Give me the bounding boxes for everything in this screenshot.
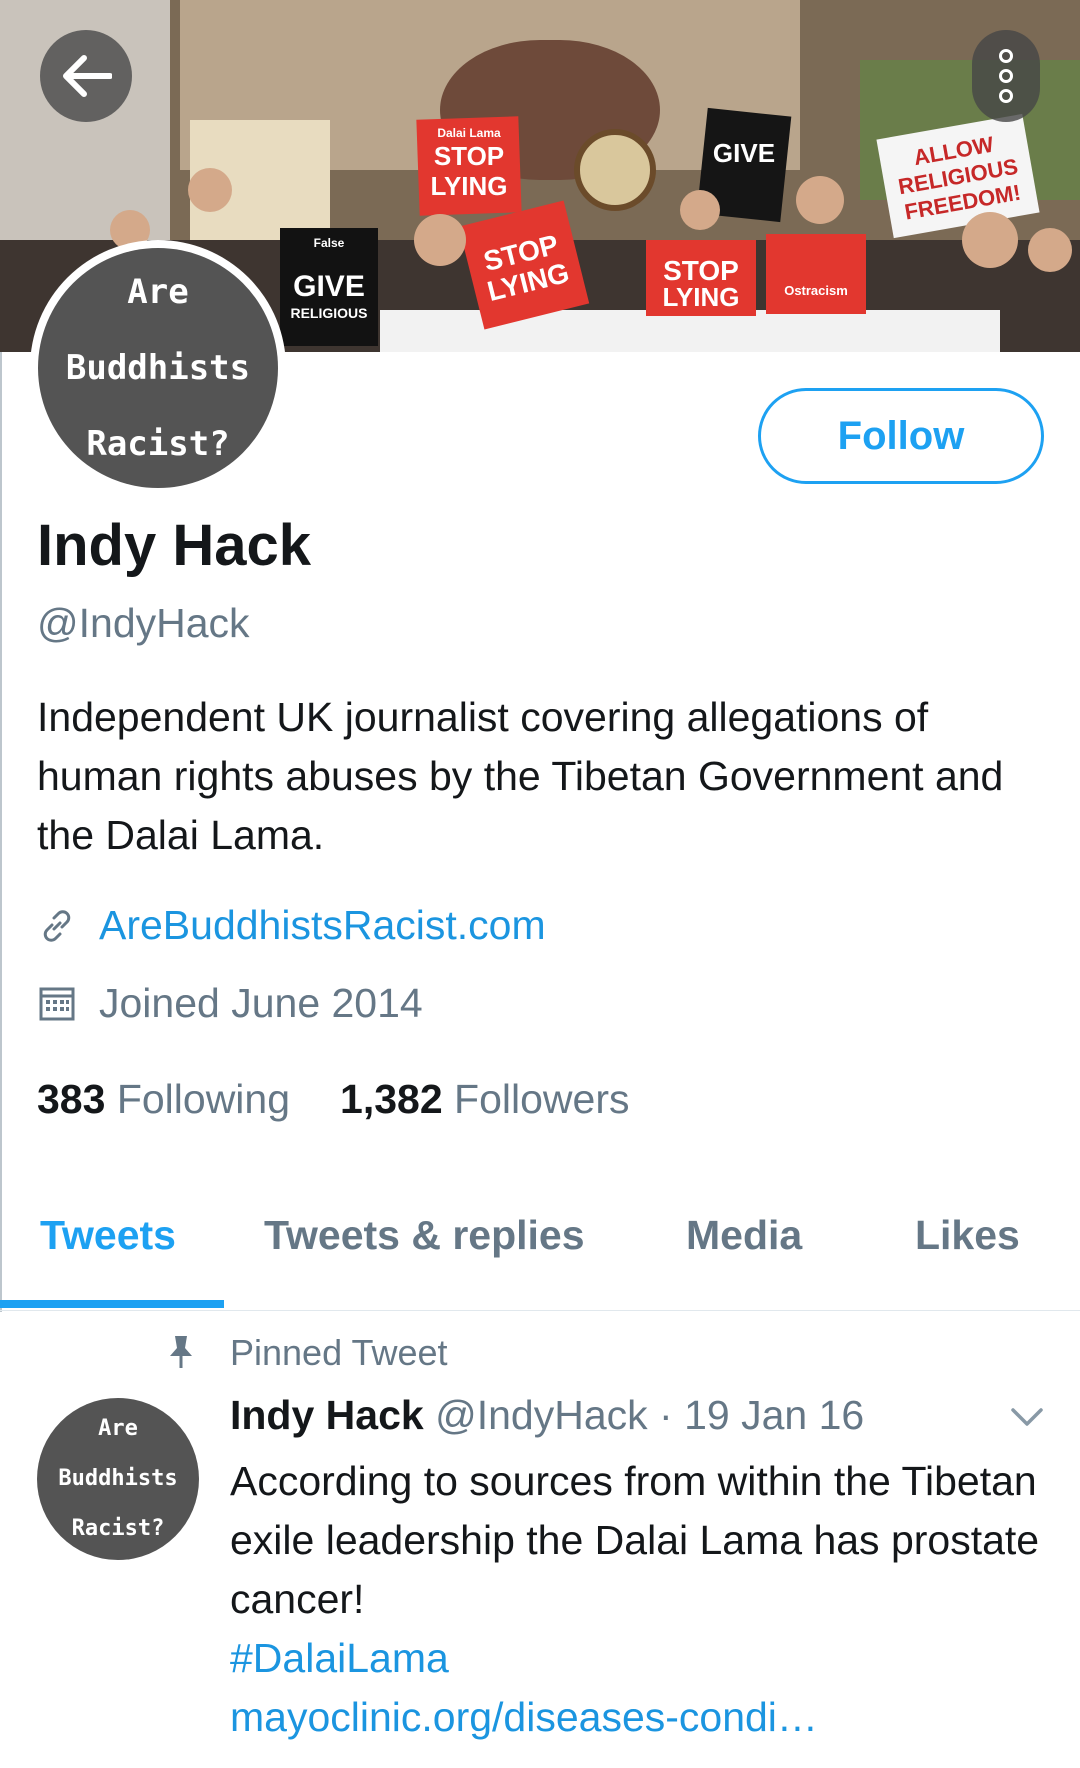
banner-sign-text: STOP [434,141,504,171]
website-row: AreBuddhistsRacist.com [37,902,546,949]
banner-sign-text: RELIGIOUS [290,305,367,321]
tweet-text: According to sources from within the Tib… [230,1458,1040,1622]
more-options-button[interactable] [972,30,1040,122]
profile-stats: 383 Following 1,382 Followers [37,1076,629,1123]
tweet-link[interactable]: mayoclinic.org/diseases-condi… [230,1688,1050,1747]
banner-sign-text: Dalai Lama [437,126,501,140]
tweet-author-handle[interactable]: @IndyHack [435,1392,648,1438]
back-button[interactable] [40,30,132,122]
pinned-tweet-label: Pinned Tweet [230,1332,448,1373]
tweet-date[interactable]: 19 Jan 16 [684,1392,864,1438]
page-border [0,352,2,1312]
follow-button[interactable]: Follow [758,388,1044,484]
pin-icon [166,1334,196,1375]
profile-avatar[interactable]: Are Buddhists Racist? [30,240,286,496]
following-count: 383 [37,1076,106,1122]
tweet-menu-button[interactable] [1010,1406,1044,1433]
tab-tweets-replies[interactable]: Tweets & replies [264,1212,585,1259]
back-arrow-icon [63,55,112,97]
banner-sign-text: GIVE [293,270,365,303]
banner-sign-text: False [314,236,345,250]
tweet-header: Indy Hack @IndyHack · 19 Jan 16 [230,1392,864,1439]
website-link[interactable]: AreBuddhistsRacist.com [99,902,546,949]
avatar-image: Are Buddhists Racist? [38,248,278,488]
profile-tabs: Tweets Tweets & replies Media Likes [0,1180,1080,1311]
joined-row: Joined June 2014 [37,980,423,1027]
tweet-author-name[interactable]: Indy Hack [230,1392,424,1438]
tab-media[interactable]: Media [686,1212,802,1259]
link-icon [37,906,77,946]
avatar-text-line: Are [98,1416,138,1441]
followers-label: Followers [454,1076,630,1122]
profile-bio: Independent UK journalist covering alleg… [37,694,1004,858]
banner-sign-text: GIVE [713,138,775,168]
avatar-text-line: Buddhists [58,1466,178,1491]
banner-sign-text: Ostracism [784,283,848,298]
tweet-hashtag[interactable]: #DalaiLama [230,1629,1050,1688]
following-stat[interactable]: 383 Following [37,1076,290,1123]
tweet-separator: · [659,1392,673,1438]
avatar-text-line: Racist? [71,1516,165,1541]
tweet-avatar[interactable]: Are Buddhists Racist? [37,1398,199,1560]
banner-sign-text: LYING [662,282,739,312]
followers-count: 1,382 [340,1076,443,1122]
followers-stat[interactable]: 1,382 Followers [340,1076,629,1123]
tab-tweets[interactable]: Tweets [40,1212,176,1259]
tweet-body: According to sources from within the Tib… [230,1452,1050,1747]
avatar-text-line: Buddhists [65,348,251,388]
banner-sign-text: LYING [430,171,507,201]
more-options-icon [999,49,1013,63]
profile-name: Indy Hack [37,513,311,578]
chevron-down-icon [1011,1408,1043,1426]
calendar-icon [37,984,77,1024]
tab-likes[interactable]: Likes [915,1212,1020,1259]
avatar-text-line: Are [127,272,189,312]
profile-handle: @IndyHack [37,600,250,646]
avatar-text-line: Racist? [86,424,230,464]
following-label: Following [116,1076,291,1122]
active-tab-indicator [0,1300,224,1308]
joined-date: Joined June 2014 [99,980,423,1026]
